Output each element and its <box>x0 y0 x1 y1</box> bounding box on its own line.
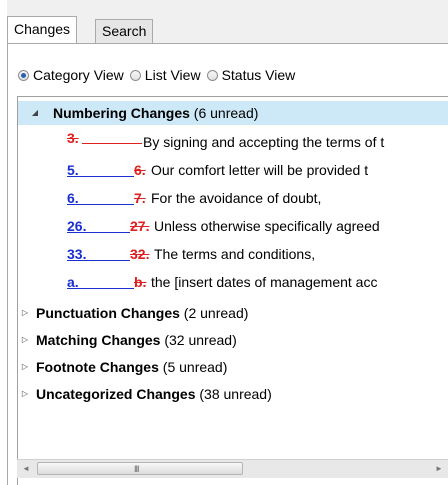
change-item[interactable]: 5. 6. Our comfort letter will be provide… <box>18 158 448 182</box>
view-option-list[interactable]: List View <box>129 67 201 83</box>
collapsed-triangle-icon[interactable]: ▷ <box>20 382 30 406</box>
category-name: Numbering Changes (6 unread) <box>53 105 259 121</box>
old-number: 7. <box>134 190 146 206</box>
tree-category-matching[interactable]: ▷ Matching Changes (32 unread) <box>18 328 448 352</box>
collapsed-triangle-icon[interactable]: ▷ <box>20 355 30 379</box>
change-item[interactable]: a. b. the [insert dates of management ac… <box>18 270 448 294</box>
insertion-line <box>78 288 134 289</box>
insertion-line <box>86 232 130 233</box>
tree-category-footnote[interactable]: ▷ Footnote Changes (5 unread) <box>18 355 448 379</box>
view-option-status[interactable]: Status View <box>206 67 296 83</box>
view-option-label: Status View <box>221 67 296 83</box>
category-name: Punctuation Changes (2 unread) <box>36 305 249 321</box>
category-name: Footnote Changes (5 unread) <box>36 359 228 375</box>
horizontal-scrollbar[interactable]: ◄ III ► <box>17 459 448 478</box>
scroll-right-icon[interactable]: ► <box>430 460 448 478</box>
insertion-line <box>78 204 134 205</box>
tab-changes[interactable]: Changes <box>7 16 78 43</box>
change-text: Our comfort letter will be provided t <box>151 162 369 178</box>
tab-strip: Changes Search <box>7 16 448 44</box>
radio-checked-icon[interactable] <box>18 69 29 81</box>
deletion-line <box>82 143 142 144</box>
change-text: the [insert dates of management acc <box>151 274 378 290</box>
radio-unchecked-icon[interactable] <box>206 69 218 81</box>
scrollbar-grip-icon: III <box>134 464 139 474</box>
scroll-left-icon[interactable]: ◄ <box>17 460 35 478</box>
tree-category-uncategorized[interactable]: ▷ Uncategorized Changes (38 unread) <box>18 382 448 406</box>
change-text: For the avoidance of doubt, <box>151 190 322 206</box>
new-number: 33. <box>67 246 87 262</box>
change-item[interactable]: 33. 32. The terms and conditions, <box>18 242 448 266</box>
new-number: a. <box>67 274 79 290</box>
collapsed-triangle-icon[interactable]: ▷ <box>20 328 30 352</box>
change-text: Unless otherwise specifically agreed <box>154 218 380 234</box>
change-text: The terms and conditions, <box>154 246 316 262</box>
old-number: 3. <box>67 130 79 146</box>
category-name: Matching Changes (32 unread) <box>36 332 237 348</box>
scrollbar-thumb[interactable]: III <box>37 462 243 475</box>
tree-category-punctuation[interactable]: ▷ Punctuation Changes (2 unread) <box>18 301 448 325</box>
old-number: b. <box>134 274 147 290</box>
view-option-label: Category View <box>33 67 124 83</box>
view-option-label: List View <box>144 67 201 83</box>
category-name: Uncategorized Changes (38 unread) <box>36 386 272 402</box>
view-option-category[interactable]: Category View <box>18 67 124 83</box>
tree-category-numbering[interactable]: ◢ Numbering Changes (6 unread) <box>18 101 448 125</box>
new-number: 5. <box>67 162 79 178</box>
change-item[interactable]: 26. 27. Unless otherwise specifically ag… <box>18 214 448 238</box>
old-number: 32. <box>130 246 150 262</box>
change-text: By signing and accepting the terms of t <box>143 134 385 150</box>
view-mode-selector: Category View List View Status View <box>18 65 301 85</box>
new-number: 6. <box>67 190 79 206</box>
expanded-triangle-icon[interactable]: ◢ <box>30 101 40 125</box>
new-number: 26. <box>67 218 87 234</box>
old-number: 6. <box>134 162 146 178</box>
insertion-line <box>78 176 134 177</box>
old-number: 27. <box>130 218 150 234</box>
change-item[interactable]: 6. 7. For the avoidance of doubt, <box>18 186 448 210</box>
insertion-line <box>86 260 130 261</box>
radio-unchecked-icon[interactable] <box>129 69 141 81</box>
change-item[interactable]: 3. By signing and accepting the terms of… <box>18 130 448 154</box>
changes-tree[interactable]: ◢ Numbering Changes (6 unread) 3. By sig… <box>17 96 448 485</box>
tab-search[interactable]: Search <box>95 19 154 43</box>
collapsed-triangle-icon[interactable]: ▷ <box>20 301 30 325</box>
